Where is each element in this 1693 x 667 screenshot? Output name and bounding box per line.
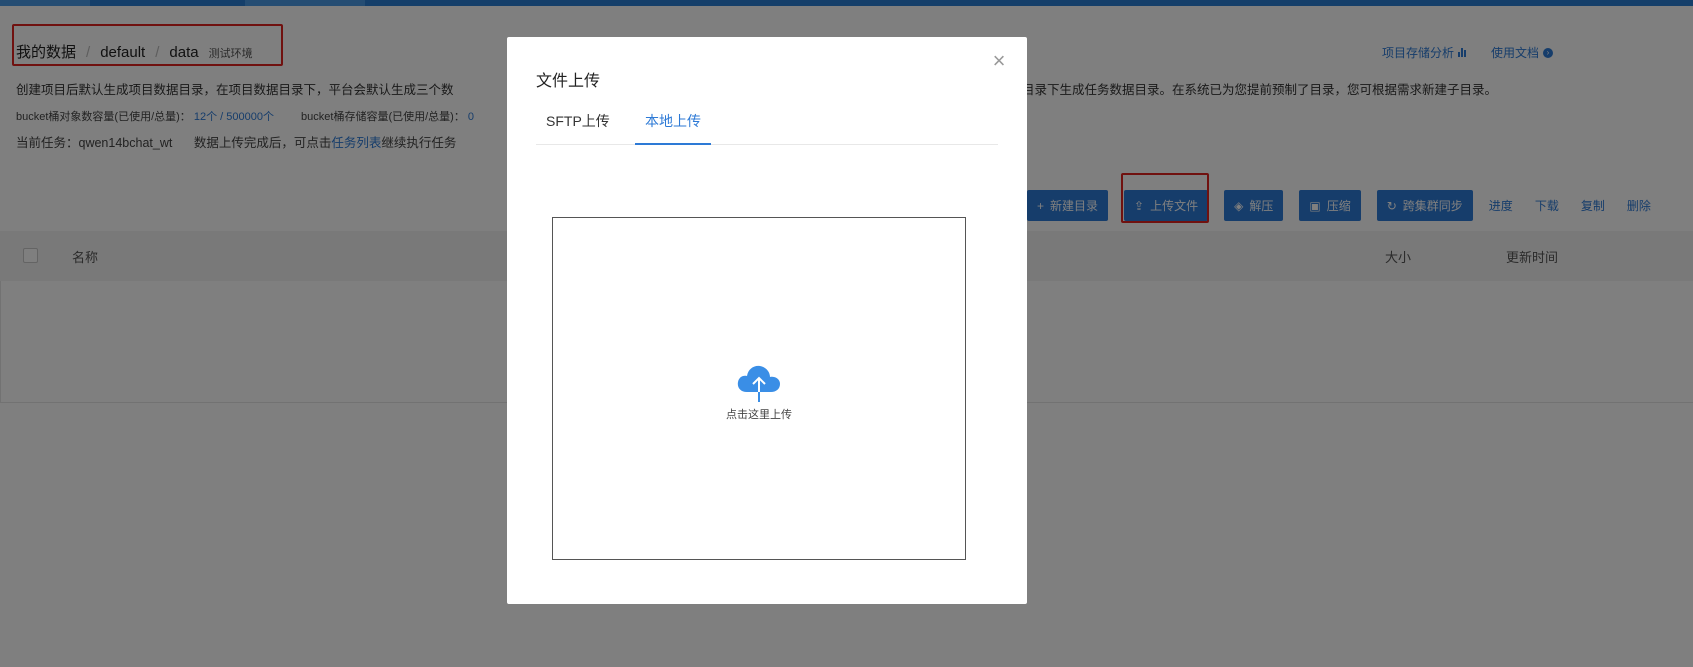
upload-hint: 点击这里上传	[726, 409, 792, 421]
tab-sftp-upload[interactable]: SFTP上传	[536, 111, 620, 145]
cloud-upload-icon	[737, 365, 780, 402]
upload-tabs: SFTP上传 本地上传	[536, 111, 998, 145]
file-upload-dialog: 文件上传 × SFTP上传 本地上传 点击这里上传	[507, 37, 1027, 604]
dialog-title: 文件上传	[536, 73, 601, 90]
close-icon[interactable]: ×	[989, 50, 1009, 72]
upload-dropzone[interactable]: 点击这里上传	[552, 217, 966, 560]
tab-local-upload[interactable]: 本地上传	[635, 111, 711, 145]
upload-prompt: 点击这里上传	[553, 362, 965, 422]
